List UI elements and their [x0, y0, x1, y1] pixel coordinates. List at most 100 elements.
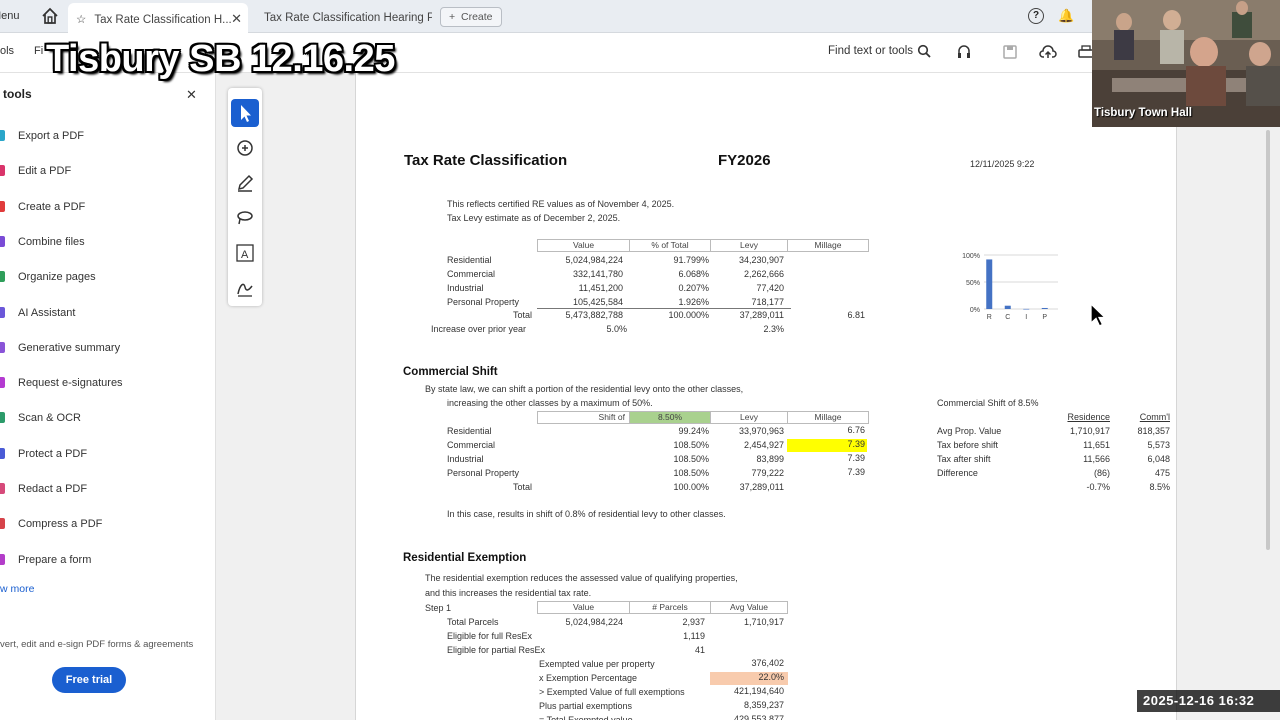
- side-row-label: Avg Prop. Value: [937, 426, 1002, 436]
- help-icon[interactable]: ?: [1028, 8, 1044, 24]
- shift-row-label: Industrial: [447, 454, 484, 464]
- row-pct: 1.926%: [678, 297, 709, 307]
- highlight-tool-button[interactable]: [231, 169, 259, 197]
- text-box-icon: A: [236, 244, 254, 262]
- free-trial-button[interactable]: Free trial: [52, 667, 126, 693]
- shift-row-pct: 108.50%: [673, 440, 709, 450]
- tool-item[interactable]: Prepare a form: [0, 552, 210, 572]
- all-tools-tab[interactable]: ols: [0, 45, 14, 57]
- commercial-shift-heading: Commercial Shift: [403, 366, 498, 378]
- note-tax-levy: Tax Levy estimate as of December 2, 2025…: [447, 213, 621, 223]
- search-icon[interactable]: [917, 44, 931, 58]
- step-label: Step 1: [425, 603, 452, 613]
- side-row-commercial: 5,573: [1147, 440, 1170, 450]
- row-value: 11,451,200: [578, 283, 623, 293]
- total-divider: [537, 308, 791, 309]
- tool-item-label: Export a PDF: [18, 130, 85, 142]
- select-tool-button[interactable]: [231, 99, 259, 127]
- plus-icon: +: [449, 11, 456, 23]
- home-icon[interactable]: [40, 6, 60, 26]
- menu-button[interactable]: Menu: [0, 10, 20, 22]
- row-pct: 91.799%: [673, 255, 709, 265]
- calc-row-value: 421,194,640: [733, 686, 784, 696]
- table-total-millage: 6.81: [847, 310, 865, 320]
- cursor-icon: [241, 105, 251, 122]
- fiscal-year: FY2026: [718, 152, 771, 169]
- sign-tool-button[interactable]: [231, 274, 259, 302]
- tool-icon: [0, 518, 5, 530]
- tool-item[interactable]: Combine files: [0, 234, 210, 254]
- increase-label: Increase over prior year: [431, 324, 527, 334]
- vertical-scrollbar[interactable]: [1266, 130, 1270, 550]
- upload-cloud-icon[interactable]: [1039, 43, 1057, 61]
- tool-item[interactable]: Redact a PDF: [0, 481, 210, 501]
- tool-item[interactable]: Create a PDF: [0, 199, 210, 219]
- class-share-chart: 100% 50% 0% R C I P: [962, 253, 1058, 321]
- tool-item[interactable]: Edit a PDF: [0, 163, 210, 183]
- tool-icon: [0, 235, 5, 247]
- shift-total-levy: 37,289,011: [739, 482, 784, 492]
- side-row-commercial: 6,048: [1147, 454, 1170, 464]
- chart-bar: [986, 259, 993, 309]
- view-more-link[interactable]: w more: [0, 583, 34, 595]
- file-menu[interactable]: Fi: [34, 45, 43, 57]
- chart-bar: [1004, 305, 1011, 309]
- tool-item[interactable]: Protect a PDF: [0, 446, 210, 466]
- comment-tool-button[interactable]: [231, 134, 259, 162]
- bell-icon[interactable]: 🔔: [1058, 8, 1074, 24]
- shift-total-label: Total: [513, 482, 533, 492]
- tool-icon: [0, 306, 5, 318]
- close-tab-icon[interactable]: ✕: [231, 11, 242, 27]
- chart-xtick-label: R: [987, 314, 992, 321]
- tool-item[interactable]: Compress a PDF: [0, 516, 210, 536]
- shift-percentage-input[interactable]: 8.50%: [629, 411, 711, 424]
- quick-tools-bar: A: [228, 88, 262, 306]
- signature-icon: [237, 283, 253, 297]
- tab-tax-rate-hearing[interactable]: Tax Rate Classification Hearing P...: [256, 3, 432, 33]
- find-tools-input[interactable]: Find text or tools: [828, 45, 913, 57]
- side-row-label: Difference: [937, 468, 978, 478]
- save-icon[interactable]: [1001, 43, 1019, 61]
- tool-icon: [0, 447, 5, 459]
- row-value: 5,024,984,224: [565, 255, 623, 265]
- tool-item[interactable]: Request e-signatures: [0, 375, 210, 395]
- tool-item[interactable]: Scan & OCR: [0, 410, 210, 430]
- commercial-shift-desc1: By state law, we can shift a portion of …: [425, 384, 744, 394]
- tool-icon: [0, 271, 5, 283]
- create-button[interactable]: + Create: [440, 7, 502, 27]
- shift-row-label: Residential: [447, 426, 492, 436]
- draw-tool-button[interactable]: [231, 204, 259, 232]
- tool-item[interactable]: AI Assistant: [0, 305, 210, 325]
- read-aloud-icon[interactable]: [955, 43, 973, 61]
- calc-row-value: 376,402: [751, 658, 784, 668]
- close-panel-icon[interactable]: ✕: [186, 87, 197, 103]
- increase-levy: 2.3%: [763, 324, 784, 334]
- shift-row-millage: 6.76: [847, 425, 865, 435]
- tool-item-label: Request e-signatures: [18, 377, 123, 390]
- tool-icon: [0, 377, 5, 389]
- tool-item[interactable]: Organize pages: [0, 269, 210, 289]
- shift-row-pct: 108.50%: [673, 454, 709, 464]
- column-header-millage: Millage: [787, 411, 869, 424]
- increase-value: 5.0%: [606, 324, 627, 334]
- all-tools-panel: tools ✕ Export a PDF Edit a PDF Create a P…: [0, 73, 216, 720]
- tab-tax-rate-classification[interactable]: ☆ Tax Rate Classification H... ✕: [68, 3, 248, 33]
- mouse-cursor-icon: [1090, 303, 1107, 327]
- row-label: Commercial: [447, 269, 496, 279]
- comment-icon: [237, 140, 253, 156]
- exemption-row-parcels: 41: [694, 645, 705, 655]
- document-date: 12/11/2025 9:22: [970, 159, 1035, 169]
- text-tool-button[interactable]: A: [231, 239, 259, 267]
- pdf-page[interactable]: Tax Rate Classification FY2026 12/11/202…: [355, 73, 1177, 720]
- shift-row-levy: 33,970,963: [738, 426, 784, 436]
- tool-item[interactable]: Export a PDF: [0, 128, 210, 148]
- tool-icon: [0, 165, 5, 177]
- star-icon[interactable]: ☆: [76, 12, 86, 26]
- tool-item[interactable]: Generative summary: [0, 340, 210, 360]
- table-total-levy: 37,289,011: [739, 310, 784, 320]
- residential-exemption-heading: Residential Exemption: [403, 552, 527, 564]
- shift-row-millage: 7.39: [847, 467, 865, 477]
- side-row-commercial: 8.5%: [1149, 482, 1170, 492]
- exemption-row-parcels: 2,937: [682, 617, 705, 627]
- commercial-column-header: Comm'l: [1139, 412, 1170, 422]
